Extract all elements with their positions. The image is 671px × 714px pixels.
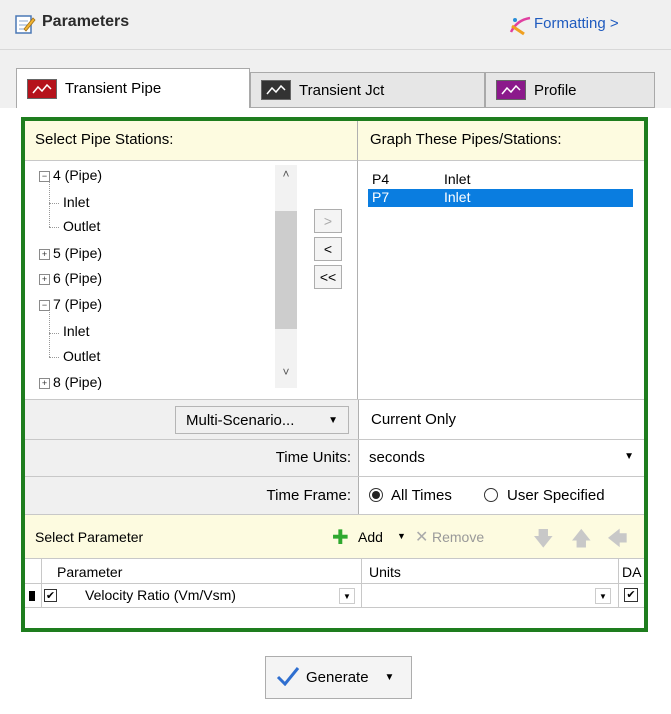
tab-label: Transient Pipe <box>65 80 162 97</box>
tree-node-pipe-7[interactable]: 7 (Pipe) <box>53 296 102 312</box>
edit-parameters-icon <box>14 13 36 35</box>
time-frame-row: Time Frame: All Times User Specified <box>25 476 644 515</box>
remove-all-stations-button[interactable]: << <box>314 265 342 289</box>
chart-line-icon <box>27 78 57 99</box>
add-parameter-button[interactable]: Add <box>358 529 383 545</box>
pipe-cell: P7 <box>372 189 390 205</box>
da-column-header: DA <box>622 564 642 580</box>
time-units-row: Time Units: seconds ▼ <box>25 439 644 477</box>
expand-icon[interactable]: + <box>39 378 50 389</box>
tree-node-inlet[interactable]: Inlet <box>63 323 89 339</box>
da-checkbox[interactable]: ✔ <box>624 588 638 602</box>
list-item[interactable]: P4 Inlet <box>368 171 633 189</box>
tab-label: Transient Jct <box>299 81 385 99</box>
tab-transient-pipe[interactable]: Transient Pipe <box>16 68 250 108</box>
all-times-label[interactable]: All Times <box>391 487 452 504</box>
expand-icon[interactable]: + <box>39 274 50 285</box>
chevron-down-icon: ▼ <box>624 451 634 462</box>
generate-button[interactable]: Generate ▼ <box>265 656 412 699</box>
tree-node-pipe-6[interactable]: 6 (Pipe) <box>53 270 102 286</box>
parameter-dropdown-icon[interactable]: ▼ <box>339 588 355 604</box>
select-parameter-header: Select Parameter ✚ Add ▼ ✕ Remove 🡇 🡅 🡄 <box>25 514 644 558</box>
tree-node-pipe-5[interactable]: 5 (Pipe) <box>53 245 102 261</box>
tab-label: Profile <box>534 81 577 99</box>
tree-node-pipe-8[interactable]: 8 (Pipe) <box>53 374 102 390</box>
multi-scenario-label: Multi-Scenario... <box>186 411 295 429</box>
tree-node-outlet[interactable]: Outlet <box>63 348 100 364</box>
station-cell: Inlet <box>444 171 471 187</box>
tab-transient-jct[interactable]: Transient Jct <box>250 72 485 108</box>
select-pipe-stations-header: Select Pipe Stations: <box>25 121 358 161</box>
formatting-link[interactable]: Formatting > <box>534 15 619 32</box>
time-units-select[interactable]: seconds ▼ <box>358 440 644 477</box>
add-station-button[interactable]: > <box>314 209 342 233</box>
parameter-name[interactable]: Velocity Ratio (Vm/Vsm) <box>85 587 236 603</box>
checkmark-icon <box>276 666 300 690</box>
tree-scrollbar[interactable]: ˄ ˅ <box>275 165 297 388</box>
units-dropdown-icon[interactable]: ▼ <box>595 588 611 604</box>
parameter-column-header: Parameter <box>57 564 123 580</box>
grid-header-row: Parameter Units DA <box>25 558 644 585</box>
scroll-up-icon[interactable]: ˄ <box>279 167 293 181</box>
collapse-icon[interactable]: − <box>39 171 50 182</box>
select-parameter-label: Select Parameter <box>35 529 144 545</box>
generate-label: Generate <box>306 669 369 686</box>
scenario-value: Current Only <box>358 400 644 440</box>
tree-node-pipe-4[interactable]: 4 (Pipe) <box>53 167 102 183</box>
scroll-down-icon[interactable]: ˅ <box>279 365 293 379</box>
remove-x-icon[interactable]: ✕ <box>415 527 428 547</box>
list-item[interactable]: P7 Inlet <box>368 189 633 207</box>
selected-stations-list[interactable]: P4 Inlet P7 Inlet <box>358 161 644 399</box>
chart-line-icon <box>261 80 291 100</box>
pipe-station-tree: − 4 (Pipe) Inlet Outlet + 5 (Pipe) + 6 (… <box>25 161 358 399</box>
scenario-row: Multi-Scenario... ▼ Current Only <box>25 399 644 440</box>
tree-node-inlet[interactable]: Inlet <box>63 194 89 210</box>
transient-pipe-panel: Select Pipe Stations: Graph These Pipes/… <box>21 117 648 632</box>
add-plus-icon[interactable]: ✚ <box>332 525 349 550</box>
units-column-header: Units <box>369 564 401 580</box>
station-cell: Inlet <box>444 189 471 205</box>
chevron-down-icon[interactable]: ▼ <box>385 672 395 683</box>
user-specified-radio[interactable] <box>484 488 498 502</box>
expand-icon[interactable]: + <box>39 249 50 260</box>
scrollbar-thumb[interactable] <box>275 211 297 329</box>
remove-station-button[interactable]: < <box>314 237 342 261</box>
move-up-icon[interactable]: 🡅 <box>571 524 592 558</box>
move-left-icon[interactable]: 🡄 <box>607 524 628 558</box>
all-times-radio[interactable] <box>369 488 383 502</box>
graph-pipes-header: Graph These Pipes/Stations: <box>358 121 644 161</box>
parameter-grid: Parameter Units DA ✔ Velocity Ratio (Vm/… <box>25 558 644 628</box>
pipe-cell: P4 <box>372 171 390 187</box>
time-frame-label: Time Frame: <box>266 487 351 504</box>
chevron-down-icon[interactable]: ▼ <box>397 531 406 541</box>
table-row[interactable]: ✔ Velocity Ratio (Vm/Vsm) ▼ ▼ ✔ <box>25 584 644 608</box>
chart-line-icon <box>496 80 526 100</box>
parameter-checkbox[interactable]: ✔ <box>44 589 57 602</box>
remove-parameter-button[interactable]: Remove <box>432 529 484 545</box>
chevron-down-icon: ▼ <box>328 414 338 426</box>
formatting-icon[interactable] <box>508 14 532 36</box>
multi-scenario-button[interactable]: Multi-Scenario... ▼ <box>175 406 349 434</box>
collapse-icon[interactable]: − <box>39 300 50 311</box>
time-frame-options: All Times User Specified <box>358 477 644 515</box>
tree-node-outlet[interactable]: Outlet <box>63 218 100 234</box>
page-title: Parameters <box>42 13 130 30</box>
tab-profile[interactable]: Profile <box>485 72 655 108</box>
time-units-value: seconds <box>369 449 425 466</box>
move-down-icon[interactable]: 🡇 <box>533 524 554 558</box>
time-units-label: Time Units: <box>275 449 351 466</box>
user-specified-label[interactable]: User Specified <box>507 487 605 504</box>
row-indicator <box>29 591 35 601</box>
